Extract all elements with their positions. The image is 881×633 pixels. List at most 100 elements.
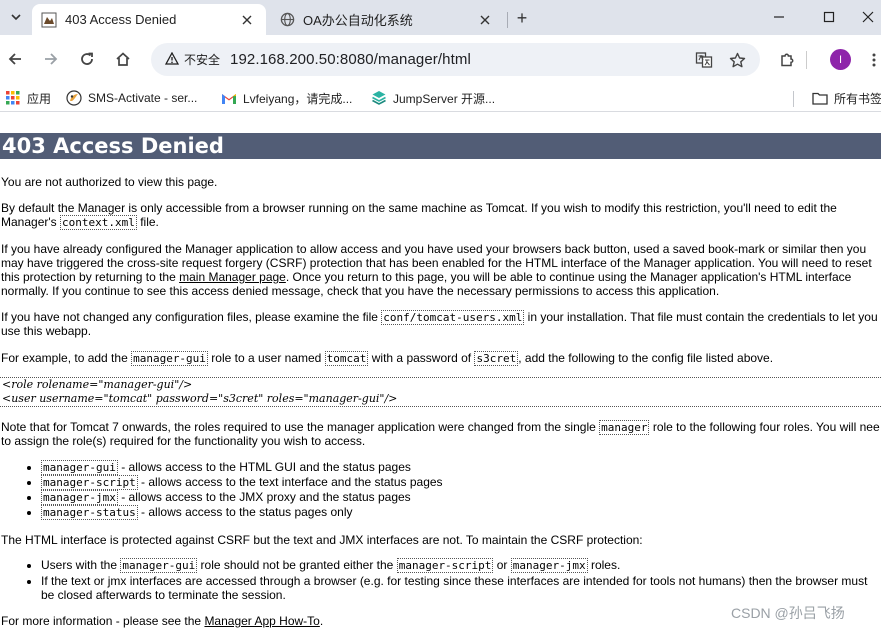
role-code: manager-jmx [41, 490, 118, 505]
list-item: manager-jmx - allows access to the JMX p… [41, 490, 443, 505]
toolbar-divider [806, 51, 807, 69]
translate-icon[interactable] [693, 49, 715, 71]
close-window-icon[interactable] [855, 6, 881, 28]
text-fragment: role to a user named [207, 351, 325, 365]
minimize-icon[interactable] [766, 6, 792, 28]
manager-role-code: manager [599, 420, 650, 435]
text-fragment: with a password of [368, 351, 475, 365]
bookmark-apps[interactable]: 应用 [5, 89, 51, 107]
home-icon[interactable] [112, 48, 134, 70]
password-code: s3cret [474, 351, 519, 366]
all-bookmarks-folder[interactable]: 所有书签 [812, 89, 881, 107]
roles-list: manager-gui - allows access to the HTML … [0, 460, 443, 520]
main-manager-page-link[interactable]: main Manager page [179, 270, 286, 284]
csdn-watermark: CSDN @孙吕飞扬 [731, 605, 845, 621]
text-fragment: . [319, 614, 324, 628]
bookmarks-bar: 应用 SMS-Activate - ser... Lvfeiyang，请完成..… [0, 85, 881, 112]
list-item: manager-gui - allows access to the HTML … [41, 460, 443, 475]
text-line: to assign the role(s) required for the f… [1, 434, 366, 448]
new-tab-button[interactable]: + [512, 8, 532, 28]
text-fragment: For more information - please see the [1, 614, 205, 628]
code-line: <role rolename="manager-gui"/> [2, 378, 193, 391]
address-bar[interactable]: 不安全 192.168.200.50:8080/manager/html [151, 43, 760, 76]
tomcat-page-icon [41, 12, 57, 28]
text-line: If the text or jmx interfaces are access… [41, 574, 868, 588]
tab-title: OA办公自动化系统 [303, 13, 413, 28]
list-item: manager-script - allows access to the te… [41, 475, 443, 490]
csrf-rules-list: Users with the manager-gui role should n… [0, 558, 867, 602]
example-paragraph: For example, to add the manager-gui role… [1, 351, 881, 366]
close-tab-icon[interactable] [476, 11, 494, 29]
jumpserver-icon [371, 90, 387, 106]
bookmark-label: 应用 [27, 91, 52, 106]
list-item: manager-status - allows access to the st… [41, 505, 443, 520]
text-fragment: this protection by returning to the [1, 270, 180, 284]
bookmark-jumpserver[interactable]: JumpServer 开源... [371, 89, 495, 107]
text-fragment: in your installation. That file must con… [524, 310, 878, 324]
more-menu-icon[interactable] [868, 49, 880, 70]
text-fragment: roles. [587, 558, 621, 572]
browser-toolbar: 不安全 192.168.200.50:8080/manager/html I [0, 35, 881, 85]
role-code: manager-script [396, 558, 494, 573]
csrf-protection-paragraph: The HTML interface is protected against … [1, 533, 643, 547]
csrf-explanation-paragraph: If you have already configured the Manag… [1, 242, 881, 298]
role-description: - allows access to the status pages only [137, 505, 353, 519]
text-fragment: role should not be granted either the [197, 558, 397, 572]
close-tab-icon[interactable] [238, 11, 256, 29]
text-line: normally. If you continue to see this ac… [1, 284, 720, 298]
code-line: <user username="tomcat" password="s3cret… [2, 392, 398, 405]
maximize-icon[interactable] [816, 6, 842, 28]
context-xml-code: context.xml [60, 215, 137, 230]
role-code: manager-gui [120, 558, 198, 573]
roles-note-paragraph: Note that for Tomcat 7 onwards, the role… [1, 420, 881, 448]
text-line: Note that for Tomcat 7 onwards, the role… [1, 420, 881, 435]
bookmark-label: SMS-Activate - ser... [88, 91, 198, 105]
extensions-puzzle-icon[interactable] [776, 48, 798, 70]
bookmark-gmail[interactable]: Lvfeiyang，请完成... [221, 89, 352, 107]
bookmark-star-icon[interactable] [726, 49, 748, 71]
text-fragment: , add the following to the config file l… [518, 351, 774, 365]
manager-how-to-link[interactable]: Manager App How-To [204, 614, 319, 628]
security-warning-chip[interactable]: 不安全 [159, 49, 226, 70]
bookmark-label: JumpServer 开源... [393, 91, 496, 106]
text-fragment: Manager's [1, 215, 60, 229]
config-files-paragraph: If you have not changed any configuratio… [1, 310, 881, 338]
back-arrow-icon[interactable] [4, 48, 26, 70]
role-description: - allows access to the JMX proxy and the… [117, 490, 411, 504]
tab-strip: 403 Access Denied OA办公自动化系统 + [0, 0, 881, 35]
text-fragment: Users with the [41, 558, 121, 572]
text-fragment: . Once you return to this page, you will… [285, 270, 852, 284]
page-title: 403 Access Denied [0, 133, 881, 159]
role-code: manager-gui [41, 460, 118, 475]
bookmark-sms-activate[interactable]: SMS-Activate - ser... [66, 89, 197, 107]
url-text[interactable]: 192.168.200.50:8080/manager/html [230, 51, 471, 68]
tab-divider [507, 12, 508, 28]
security-label: 不安全 [184, 53, 221, 67]
text-line: may have triggered the cross-site reques… [1, 256, 872, 270]
forward-arrow-icon[interactable] [40, 48, 62, 70]
folder-icon [812, 90, 828, 106]
tomcat-user-code: tomcat [324, 351, 369, 366]
text-fragment: For example, to add the [1, 351, 132, 365]
tab-search-chevron-icon[interactable] [6, 7, 26, 27]
config-example-block: <role rolename="manager-gui"/> <user use… [0, 377, 881, 407]
text-line: use this webapp. [1, 324, 92, 338]
tab-title: 403 Access Denied [65, 12, 177, 27]
text-fragment: If you have not changed any configuratio… [1, 310, 382, 324]
globe-icon [279, 12, 295, 28]
text-line: this protection by returning to the main… [1, 270, 881, 284]
profile-avatar[interactable]: I [830, 49, 851, 70]
text-fragment: or [493, 558, 511, 572]
text-line: If you have not changed any configuratio… [1, 310, 881, 325]
role-description: - allows access to the text interface an… [137, 475, 443, 489]
list-item: If the text or jmx interfaces are access… [41, 573, 867, 602]
apps-grid-icon [5, 90, 21, 106]
tab-access-denied[interactable]: 403 Access Denied [32, 4, 266, 35]
text-fragment: file. [136, 215, 159, 229]
role-description: - allows access to the HTML GUI and the … [117, 460, 411, 474]
intro-paragraph: You are not authorized to view this page… [1, 175, 218, 189]
bookmark-label: Lvfeiyang，请完成... [243, 91, 353, 106]
reload-icon[interactable] [76, 48, 98, 70]
role-code: manager-jmx [510, 558, 588, 573]
tab-oa-system[interactable]: OA办公自动化系统 [270, 4, 504, 35]
